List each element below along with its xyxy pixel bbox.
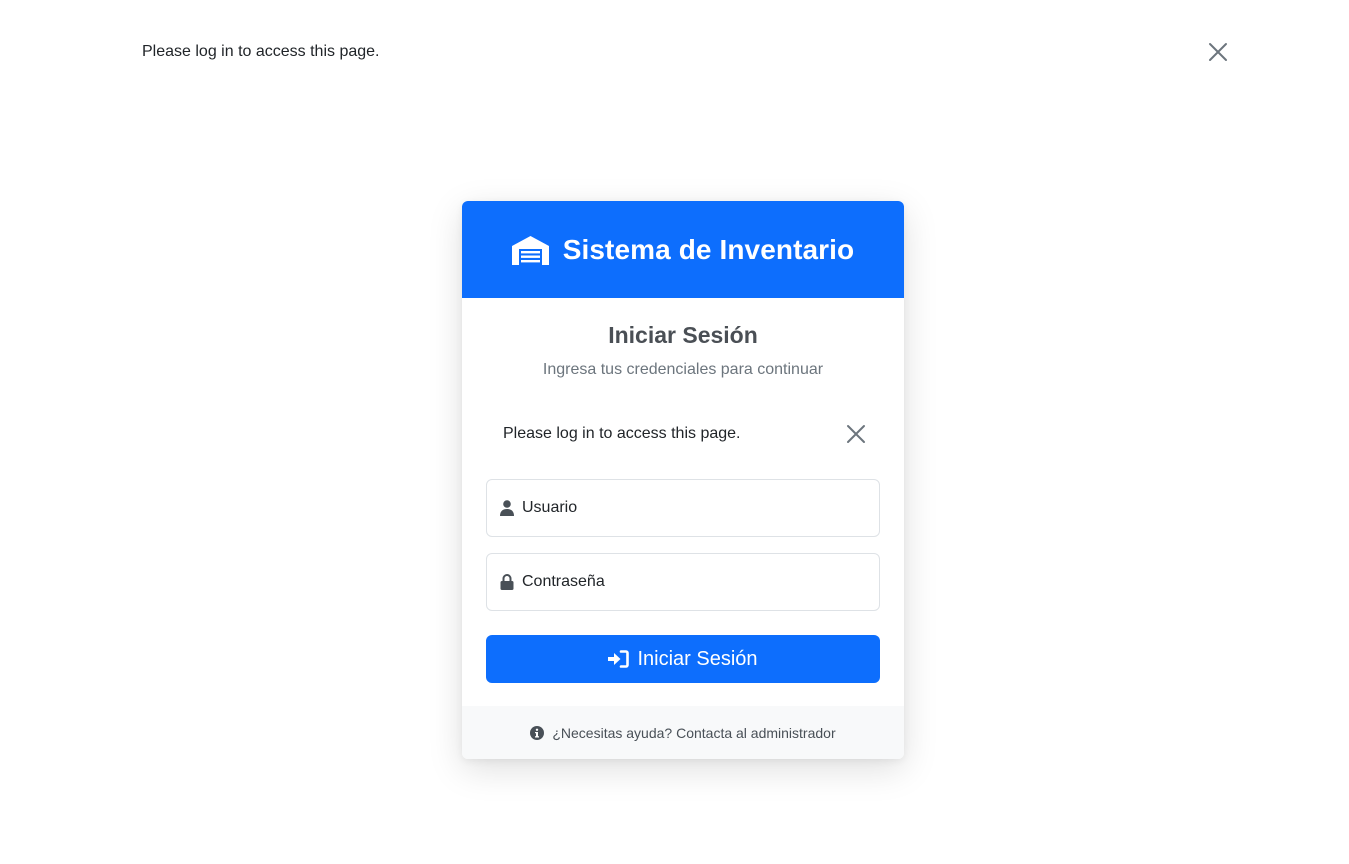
warehouse-icon [511, 235, 549, 265]
sign-in-icon [608, 650, 630, 668]
user-icon [500, 500, 522, 516]
login-alert: Please log in to access this page. [486, 412, 880, 458]
close-icon[interactable] [1208, 42, 1228, 62]
page-alert: Please log in to access this page. [0, 0, 1349, 104]
app-title: Sistema de Inventario [562, 233, 855, 265]
card-footer: ¿Necesitas ayuda? Contacta al administra… [462, 706, 904, 759]
help-text: ¿Necesitas ayuda? Contacta al administra… [552, 724, 836, 741]
page-alert-message: Please log in to access this page. [142, 43, 380, 60]
info-circle-icon [530, 725, 545, 740]
username-field[interactable]: Usuario [486, 479, 880, 537]
username-placeholder: Usuario [522, 499, 578, 516]
login-button-label: Iniciar Sesión [637, 647, 758, 670]
lock-icon [500, 574, 522, 590]
password-field[interactable]: Contraseña [486, 553, 880, 611]
card-header: Sistema de Inventario [462, 201, 904, 298]
close-icon[interactable] [846, 424, 866, 444]
login-title: Iniciar Sesión [608, 322, 758, 348]
login-subtitle: Ingresa tus credenciales para continuar [542, 361, 824, 378]
login-card: Sistema de Inventario Iniciar Sesión Ing… [462, 201, 904, 759]
login-alert-message: Please log in to access this page. [503, 425, 741, 442]
login-button[interactable]: Iniciar Sesión [486, 635, 880, 683]
password-placeholder: Contraseña [522, 573, 605, 590]
